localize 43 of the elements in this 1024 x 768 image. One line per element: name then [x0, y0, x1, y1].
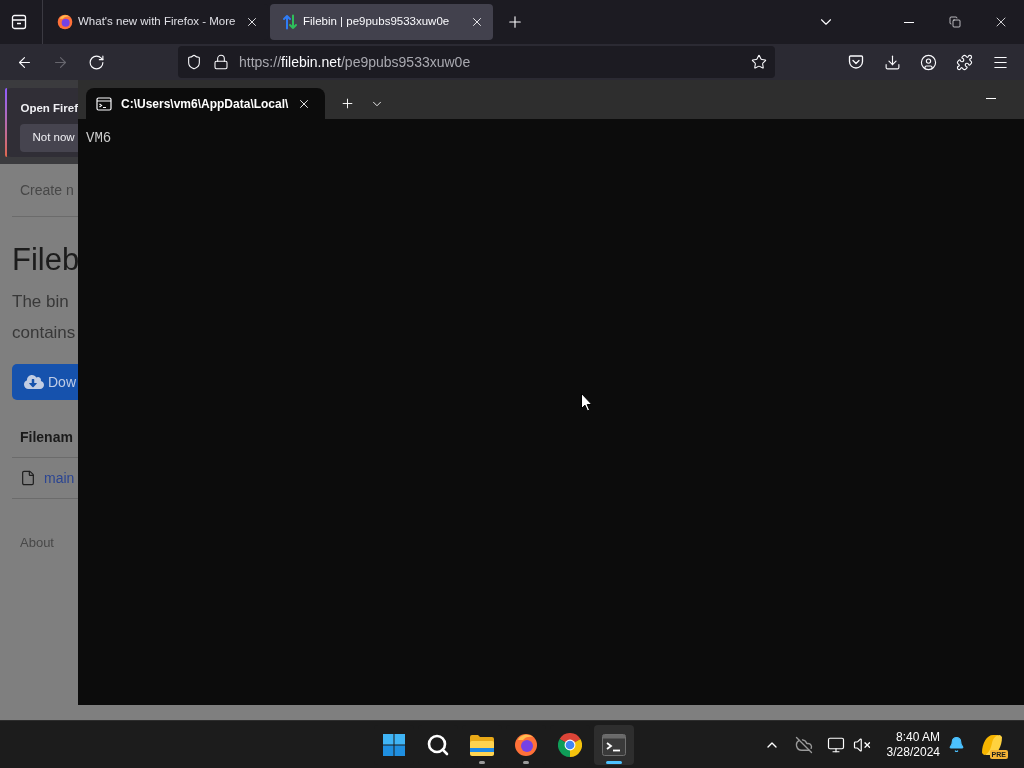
pouch-icon	[848, 54, 864, 70]
file-icon	[20, 470, 36, 486]
close-icon	[470, 15, 484, 29]
plus-icon	[339, 96, 355, 111]
start-grid-icon	[383, 733, 405, 756]
address-bar[interactable]: https://filebin.net/pe9pubs9533xuw0e	[178, 46, 775, 78]
mouse-pointer-icon	[581, 393, 593, 412]
folder-icon	[470, 733, 494, 756]
terminal-tab[interactable]: C:\Users\vm6\AppData\Local\	[86, 88, 325, 119]
cloud-off-icon	[795, 735, 813, 754]
star-icon[interactable]	[751, 54, 767, 70]
console-text: VM6	[86, 130, 112, 146]
minimize-icon	[986, 97, 996, 99]
puzzle-icon	[955, 53, 973, 71]
bell-icon	[947, 736, 965, 753]
description-text: The bin contains	[12, 291, 77, 344]
search-icon	[426, 732, 450, 757]
lock-icon	[213, 54, 229, 70]
up-down-arrows-icon	[282, 14, 298, 30]
swirl-logo-icon	[979, 732, 1005, 757]
not-now-button[interactable]: Not now	[20, 124, 78, 152]
user-icon	[919, 53, 937, 71]
monitor-icon	[827, 735, 845, 754]
terminal-icon	[602, 733, 626, 756]
console-window-icon	[96, 95, 112, 112]
flame-globe-icon	[514, 732, 538, 757]
shield-icon	[186, 54, 202, 70]
restore-icon	[949, 16, 961, 28]
page-heading: Fileb	[12, 241, 78, 279]
cloud-download-icon	[24, 372, 44, 392]
browser-tab[interactable]: Filebin | pe9pubs9533xuw0e	[270, 4, 493, 40]
clock-date: 3/28/2024	[886, 744, 940, 760]
plus-icon	[506, 13, 524, 31]
close-icon	[245, 15, 259, 29]
download-icon	[883, 53, 901, 71]
terminal-button[interactable]	[594, 724, 634, 765]
minimize-icon	[904, 21, 914, 23]
clock-time: 8:40 AM	[895, 729, 940, 745]
flame-globe-icon	[57, 14, 73, 30]
circle-logo-icon	[558, 732, 582, 757]
box-icon	[11, 14, 27, 30]
download-button[interactable]: Dow	[12, 364, 78, 400]
notification-title: Open Firef	[20, 101, 78, 116]
